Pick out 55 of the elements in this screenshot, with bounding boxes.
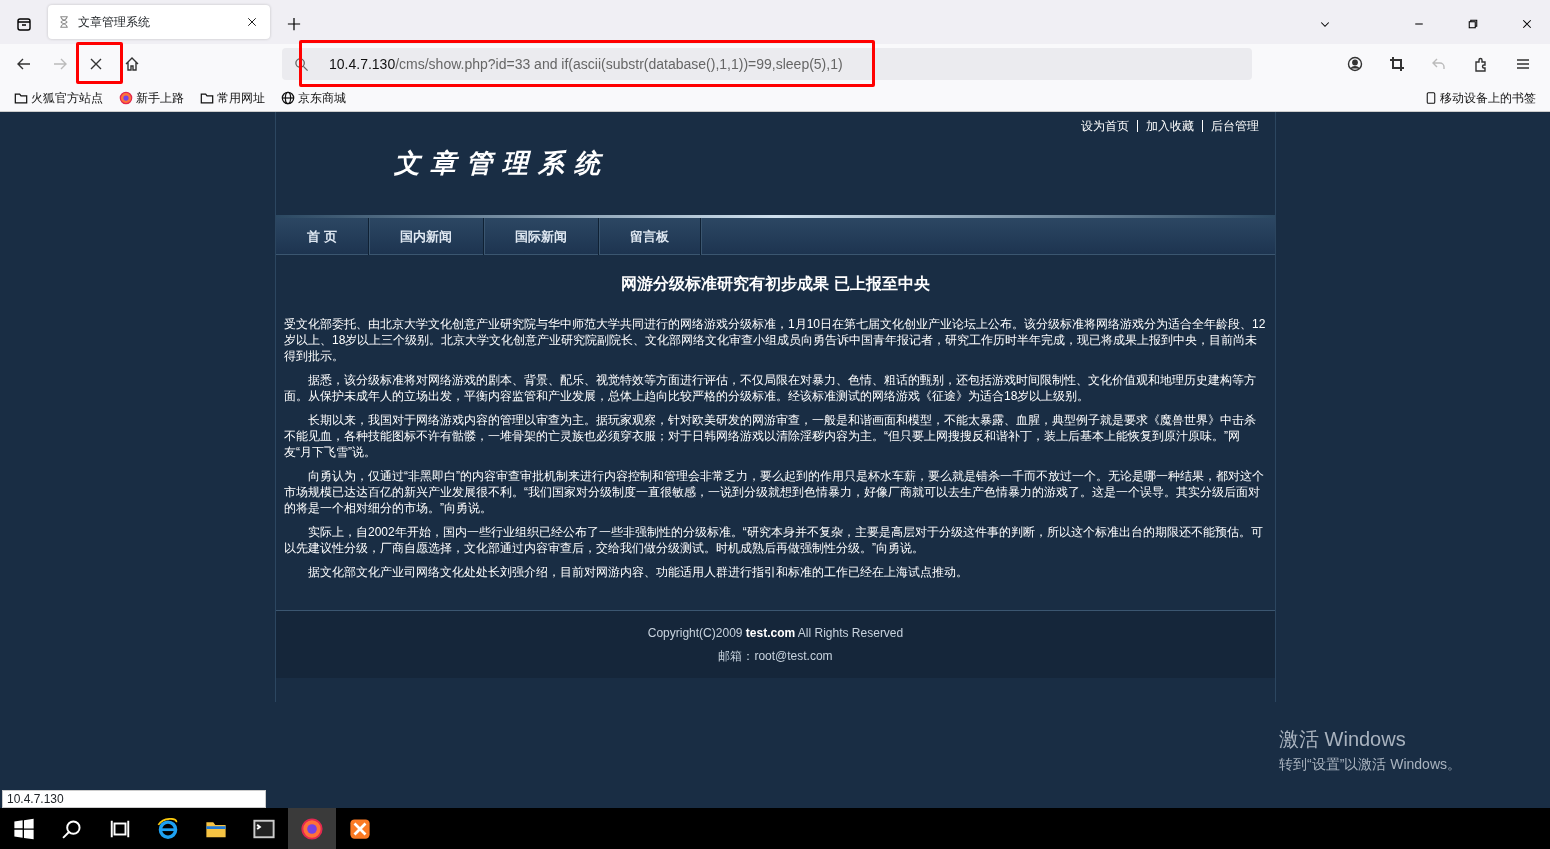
puzzle-icon [1473, 56, 1489, 72]
back-icon [16, 56, 32, 72]
close-icon [1521, 18, 1533, 30]
nav-link[interactable]: 首 页 [276, 218, 369, 255]
article-paragraph: 受文化部委托、由北京大学文化创意产业研究院与华中师范大学共同进行的网络游戏分级标准，1月10日在第七届文化创业产业论坛上公布。该分级标准将网络游戏分为适合全年龄段、12岁以上、18岁以上三个级别。北京大学文化创意产业研究院副院长、文化部网络文化审查小组成员向勇告诉中国青年报记者，研究工作历时半年完成，现已将成果上报到中央，目前尚未得到批示。 [284, 316, 1267, 364]
copyright-text: Copyright(C)2009 test.com All Rights Reserved [646, 625, 905, 642]
bookmark-link[interactable]: 新手上路 [119, 88, 184, 107]
menu-icon [1515, 56, 1531, 72]
crop-icon [1389, 56, 1405, 72]
terminal-icon [253, 817, 275, 840]
bookmark-link[interactable]: 火狐官方站点 [14, 88, 103, 107]
windows-icon [13, 817, 35, 840]
browser-e-icon [157, 817, 179, 840]
article-paragraph: 向勇认为，仅通过“非黑即白”的内容审查审批机制来进行内容控制和管理会非常乏力，要么起到的作用只是杯水车薪，要么就是错杀一千而不放过一个。无论是哪一种结果，都对这个市场规模已达达百亿的新兴产业发展很不利。“我们国家对分级制度一直很敏感，一说到分级就想到色情暴力，好像厂商就可以去生产色情暴力的游戏了。这是一个误导。其实分级后面对的将是一个相对细分的市场。”向勇说。 [284, 468, 1265, 516]
header-link[interactable]: 后台管理 [1202, 120, 1259, 132]
article-paragraph: 长期以来，我国对于网络游戏内容的管理以审查为主。据玩家观察，针对欧美研发的网游审查，一般是和谐画面和模型，不能太暴露、血腥，典型例子就是要求《魔兽世界》中击杀不能见血，各种技能图标不许有骷髅，一堆骨架的亡灵族也必须穿衣服；对于日韩网络游戏以清除淫秽内容为主。“但只要上网搜搜反和谐补丁，装上后基本上能恢复到原汁原味。”网友“月下飞雪”说。 [284, 412, 1257, 460]
article-paragraph: 据文化部文化产业司网络文化处处长刘强介绍，目前对网游内容、功能适用人群进行指引和标准的工作已经在上海试点推动。 [307, 564, 969, 580]
firefox-icon [119, 90, 133, 105]
tab-list-icon [16, 16, 32, 32]
url-text: 10.4.7.130/cms/show.php?id=33 and if(ascii(substr(database(),1,1))=99,sleep(5),1) [328, 54, 844, 74]
bookmark-link[interactable]: 常用网址 [200, 88, 265, 107]
firefox-icon [301, 817, 323, 840]
home-icon [124, 56, 140, 72]
forward-icon [52, 56, 68, 72]
header-link[interactable]: 设为首页 [1081, 120, 1129, 132]
browser-tab[interactable]: 文章管理系统 [48, 5, 270, 39]
article-paragraph: 实际上，自2002年开始，国内一些行业组织已经公布了一些非强制性的分级标准。“研究本身并不复杂，主要是高层对于分级这件事的判断，所以这个标准出台的期限还不能预估。可以先建议性分级，厂商自愿选择，文化部通过内容审查后，交给我们做分级测试。时机成熟后再做强制性分级。”向勇说。 [284, 524, 1264, 556]
globe-icon [281, 90, 295, 105]
close-icon [88, 56, 104, 72]
article-paragraph: 据悉，该分级标准将对网络游戏的剧本、背景、配乐、视觉特效等方面进行评估，不仅局限在对暴力、色情、粗话的甄别，还包括游戏时间限制性、文化价值观和地理历史建构等方面。从保护未成年人的立场出发，平衡内容监管和产业发展，总体上趋向比较严格的分级标准。经该标准测试的网络游戏《征途》为适合18岁以上级别。 [284, 372, 1257, 404]
article-title: 网游分级标准研究有初步成果 已上报至中央 [620, 274, 931, 294]
phone-icon [1425, 90, 1437, 105]
xampp-icon [349, 817, 371, 840]
nav-link[interactable]: 国际新闻 [483, 218, 599, 255]
close-icon [247, 17, 257, 27]
account-icon [1347, 56, 1363, 72]
folder-icon [14, 90, 28, 105]
status-text: 10.4.7.130 [2, 790, 266, 808]
search-icon [294, 56, 309, 72]
search-icon [61, 817, 83, 840]
nav-link[interactable]: 留言板 [598, 218, 701, 255]
header-link[interactable]: 加入收藏 [1137, 120, 1194, 132]
activation-title: 激活 Windows [1279, 727, 1407, 752]
address-bar[interactable]: 10.4.7.130/cms/show.php?id=33 and if(ascii(substr(database(),1,1))=99,sleep(5),1) [282, 48, 1252, 80]
plus-icon [287, 17, 301, 31]
undo-icon [1431, 56, 1447, 72]
tab-title: 文章管理系统 [78, 14, 151, 31]
restore-icon [1467, 18, 1479, 30]
activation-subtitle: 转到“设置”以激活 Windows。 [1279, 755, 1461, 774]
bookmark-folder-link[interactable]: 移动设备上的书签 [1425, 88, 1536, 107]
bookmark-link[interactable]: 京东商城 [281, 88, 346, 107]
folder-icon [200, 90, 214, 105]
email-text: 邮箱：root@test.com [717, 648, 834, 665]
nav-link[interactable]: 国内新闻 [368, 218, 484, 255]
site-logo: 文章管理系统 [394, 147, 611, 180]
